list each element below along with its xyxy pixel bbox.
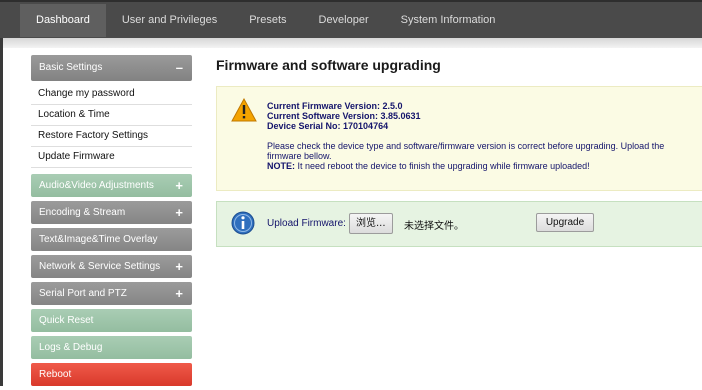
sidebar-section-label: Quick Reset (39, 315, 94, 326)
info-icon (231, 211, 255, 235)
sidebar-item-update-firmware[interactable]: Update Firmware (31, 147, 192, 168)
sidebar-item-location-time[interactable]: Location & Time (31, 105, 192, 126)
sidebar-section-text-image-time-overlay[interactable]: Text&Image&Time Overlay (31, 228, 192, 251)
sidebar-item-restore-factory-settings[interactable]: Restore Factory Settings (31, 126, 192, 147)
expand-icon[interactable]: + (175, 255, 183, 278)
firmware-info-panel: Current Firmware Version: 2.5.0 Current … (216, 86, 702, 191)
sidebar-item-quick-reset[interactable]: Quick Reset (31, 309, 192, 332)
tab-system-information[interactable]: System Information (385, 4, 512, 37)
upload-firmware-label: Upload Firmware: (267, 218, 346, 229)
sidebar-section-label: Text&Image&Time Overlay (39, 234, 158, 245)
sidebar: Basic Settings – Change my password Loca… (31, 55, 192, 390)
firmware-version: Current Firmware Version: 2.5.0 (267, 101, 403, 111)
sidebar-section-label: Network & Service Settings (39, 261, 161, 272)
reboot-label: Reboot (39, 369, 72, 380)
software-version: Current Software Version: 3.85.0631 (267, 111, 421, 121)
expand-icon[interactable]: + (175, 201, 183, 224)
sub-header-bar (0, 38, 702, 48)
upgrade-button[interactable]: Upgrade (536, 213, 594, 232)
sidebar-section-label: Serial Port and PTZ (39, 288, 127, 299)
device-serial: Device Serial No: 170104764 (267, 121, 389, 131)
sidebar-section-label: Audio&Video Adjustments (39, 180, 154, 191)
tab-developer[interactable]: Developer (303, 4, 385, 37)
note-text: It need reboot the device to finish the … (295, 161, 590, 171)
top-nav-tabs: Dashboard User and Privileges Presets De… (20, 4, 511, 37)
sidebar-section-basic-settings[interactable]: Basic Settings – (31, 55, 192, 81)
page-title: Firmware and software upgrading (216, 57, 441, 73)
sidebar-section-label: Encoding & Stream (39, 207, 126, 218)
upgrade-note: NOTE: It need reboot the device to finis… (267, 161, 697, 171)
sidebar-section-label: Basic Settings (39, 62, 103, 73)
reboot-button[interactable]: Reboot (31, 363, 192, 386)
sidebar-item-change-password[interactable]: Change my password (31, 84, 192, 105)
warning-icon (231, 98, 257, 122)
check-instructions: Please check the device type and softwar… (267, 141, 665, 161)
sidebar-section-network-service[interactable]: Network & Service Settings + (31, 255, 192, 278)
expand-icon[interactable]: + (175, 174, 183, 197)
upload-panel: Upload Firmware: 浏览... 未选择文件。 Upgrade (216, 201, 702, 247)
top-nav-bar: Dashboard User and Privileges Presets De… (0, 0, 702, 38)
no-file-selected-text: 未选择文件。 (404, 221, 464, 232)
browse-file-button[interactable]: 浏览... (349, 213, 393, 234)
tab-presets[interactable]: Presets (233, 4, 302, 37)
basic-settings-submenu: Change my password Location & Time Resto… (31, 84, 192, 168)
firmware-info-text: Current Firmware Version: 2.5.0 Current … (267, 101, 697, 171)
sidebar-item-logs-debug[interactable]: Logs & Debug (31, 336, 192, 359)
note-label: NOTE: (267, 161, 295, 171)
sidebar-section-label: Logs & Debug (39, 342, 103, 353)
collapse-icon[interactable]: – (176, 55, 183, 81)
expand-icon[interactable]: + (175, 282, 183, 305)
tab-dashboard[interactable]: Dashboard (20, 4, 106, 37)
sidebar-section-encoding-stream[interactable]: Encoding & Stream + (31, 201, 192, 224)
left-edge-border (0, 38, 3, 386)
sidebar-section-serial-port-ptz[interactable]: Serial Port and PTZ + (31, 282, 192, 305)
tab-user-and-privileges[interactable]: User and Privileges (106, 4, 233, 37)
main-content: Firmware and software upgrading Current … (216, 55, 702, 247)
sidebar-section-audio-video[interactable]: Audio&Video Adjustments + (31, 174, 192, 197)
